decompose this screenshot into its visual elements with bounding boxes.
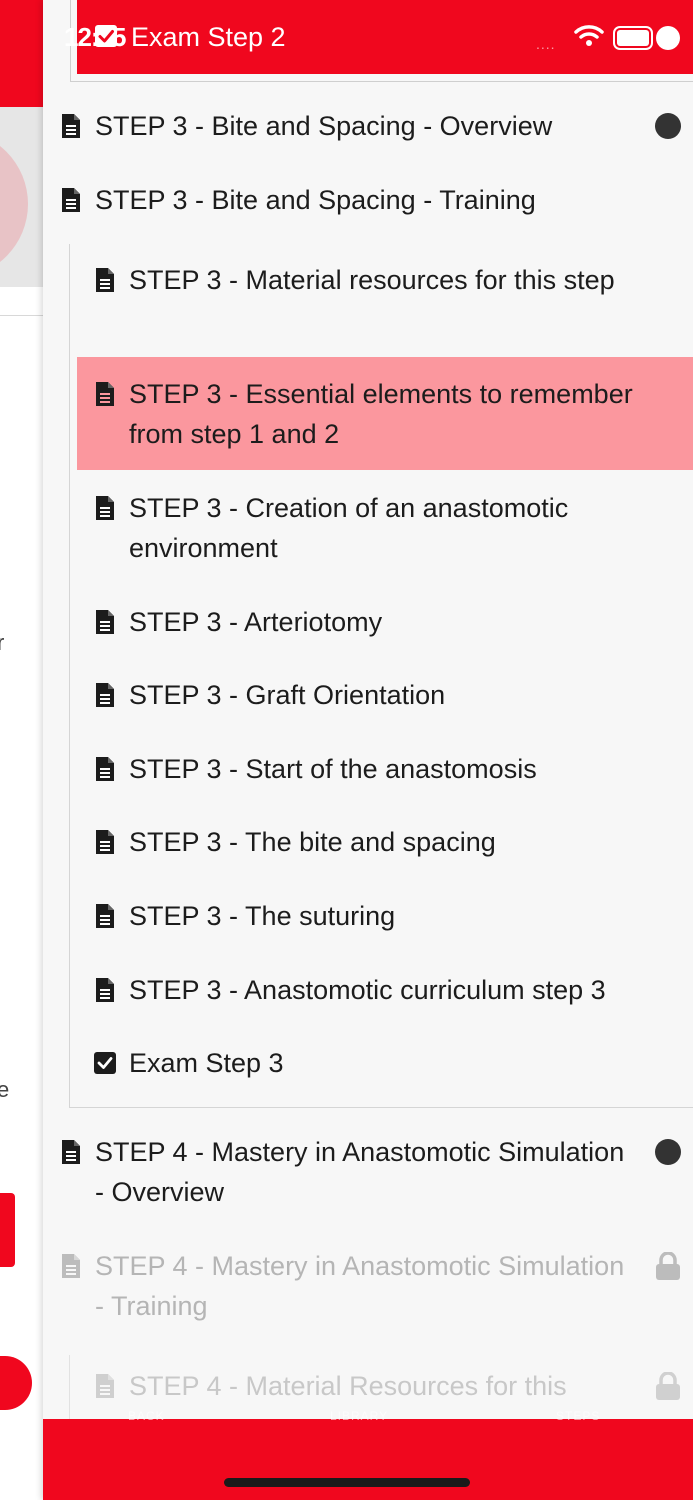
nested-group-border [69, 1355, 70, 1425]
sub-item-label: Exam Step 3 [129, 1048, 284, 1078]
sub-item-label: STEP 3 - The suturing [129, 901, 396, 931]
course-item-step3-overview[interactable]: STEP 3 - Bite and Spacing - Overview [60, 106, 693, 146]
document-icon [96, 757, 114, 781]
document-icon [96, 610, 114, 634]
sub-item[interactable]: STEP 3 - The bite and spacing [94, 822, 693, 862]
battery-icon [613, 26, 680, 50]
sub-item-label: STEP 4 - Material Resources for this [129, 1371, 567, 1401]
background-round-button [0, 1356, 32, 1410]
background-text-fragment: r [0, 630, 5, 655]
document-icon [62, 1254, 80, 1278]
wifi-icon [574, 25, 604, 46]
course-item-step4-training[interactable]: STEP 4 - Mastery in Anastomotic Simulati… [60, 1246, 693, 1326]
page-title: Exam Step 2 [131, 22, 286, 52]
document-icon [62, 114, 80, 138]
sub-item-label: STEP 3 - Arteriotomy [129, 607, 383, 637]
tab-steps[interactable]: STEPS [556, 1409, 600, 1423]
background-header [0, 0, 43, 107]
course-item-label: STEP 3 - Bite and Spacing - Overview [95, 111, 553, 141]
sub-item-label: STEP 3 - Graft Orientation [129, 680, 446, 710]
document-icon [96, 683, 114, 707]
document-icon [96, 830, 114, 854]
sub-item[interactable]: STEP 3 - The suturing [94, 896, 693, 936]
document-icon [96, 382, 114, 406]
course-item-step4-overview[interactable]: STEP 4 - Mastery in Anastomotic Simulati… [60, 1132, 693, 1212]
document-icon [96, 496, 114, 520]
status-dot-icon [655, 1139, 681, 1165]
tab-back[interactable]: BACK [128, 1409, 165, 1423]
tab-library[interactable]: LIBRARY [330, 1409, 388, 1423]
sub-item[interactable]: STEP 3 - Start of the anastomosis [94, 749, 693, 789]
course-item-label: STEP 4 - Mastery in Anastomotic Simulati… [95, 1137, 625, 1207]
background-divider [0, 315, 43, 316]
document-icon [62, 1140, 80, 1164]
sub-item[interactable]: STEP 3 - Graft Orientation [94, 675, 693, 715]
sub-item[interactable]: STEP 3 - Anastomotic curriculum step 3 [94, 970, 693, 1010]
sub-item[interactable]: STEP 3 - Creation of an anastomotic envi… [94, 488, 693, 568]
nested-group-border [69, 244, 70, 1108]
document-icon [96, 1374, 114, 1398]
sub-item-label: STEP 3 - Start of the anastomosis [129, 754, 537, 784]
checkbox-icon [94, 1052, 116, 1074]
document-icon [96, 904, 114, 928]
status-dot-icon [655, 113, 681, 139]
nested-group-divider [69, 1107, 693, 1108]
sub-item-label: STEP 3 - Material resources for this ste… [129, 265, 615, 295]
sub-item-active[interactable]: STEP 3 - Essential elements to remember … [94, 374, 693, 454]
bottom-tab-bar [43, 1419, 693, 1500]
sub-item-step4-resources[interactable]: STEP 4 - Material Resources for this [94, 1366, 693, 1406]
course-item-label: STEP 3 - Bite and Spacing - Training [95, 185, 536, 215]
document-icon [96, 978, 114, 1002]
background-button [0, 1193, 15, 1267]
sub-item-label: STEP 3 - The bite and spacing [129, 827, 496, 857]
background-text-fragment: e [0, 1077, 10, 1102]
home-indicator[interactable] [224, 1478, 470, 1487]
lock-icon [656, 1372, 680, 1400]
signal-icon: .... [536, 36, 556, 52]
sub-item[interactable]: STEP 3 - Arteriotomy [94, 602, 693, 642]
sub-item-label: STEP 3 - Essential elements to remember … [129, 379, 633, 449]
checkbox-icon [95, 25, 117, 47]
course-item-label: STEP 4 - Mastery in Anastomotic Simulati… [95, 1251, 625, 1321]
course-item-step3-training[interactable]: STEP 3 - Bite and Spacing - Training [60, 180, 693, 220]
lock-icon [656, 1252, 680, 1280]
sub-item[interactable]: STEP 3 - Material resources for this ste… [94, 260, 693, 300]
sub-item-label: STEP 3 - Creation of an anastomotic envi… [129, 493, 569, 563]
document-icon [96, 268, 114, 292]
sub-item-label: STEP 3 - Anastomotic curriculum step 3 [129, 975, 606, 1005]
background-page: r e [0, 0, 43, 1500]
document-icon [62, 188, 80, 212]
sub-item-exam[interactable]: Exam Step 3 [94, 1043, 693, 1083]
